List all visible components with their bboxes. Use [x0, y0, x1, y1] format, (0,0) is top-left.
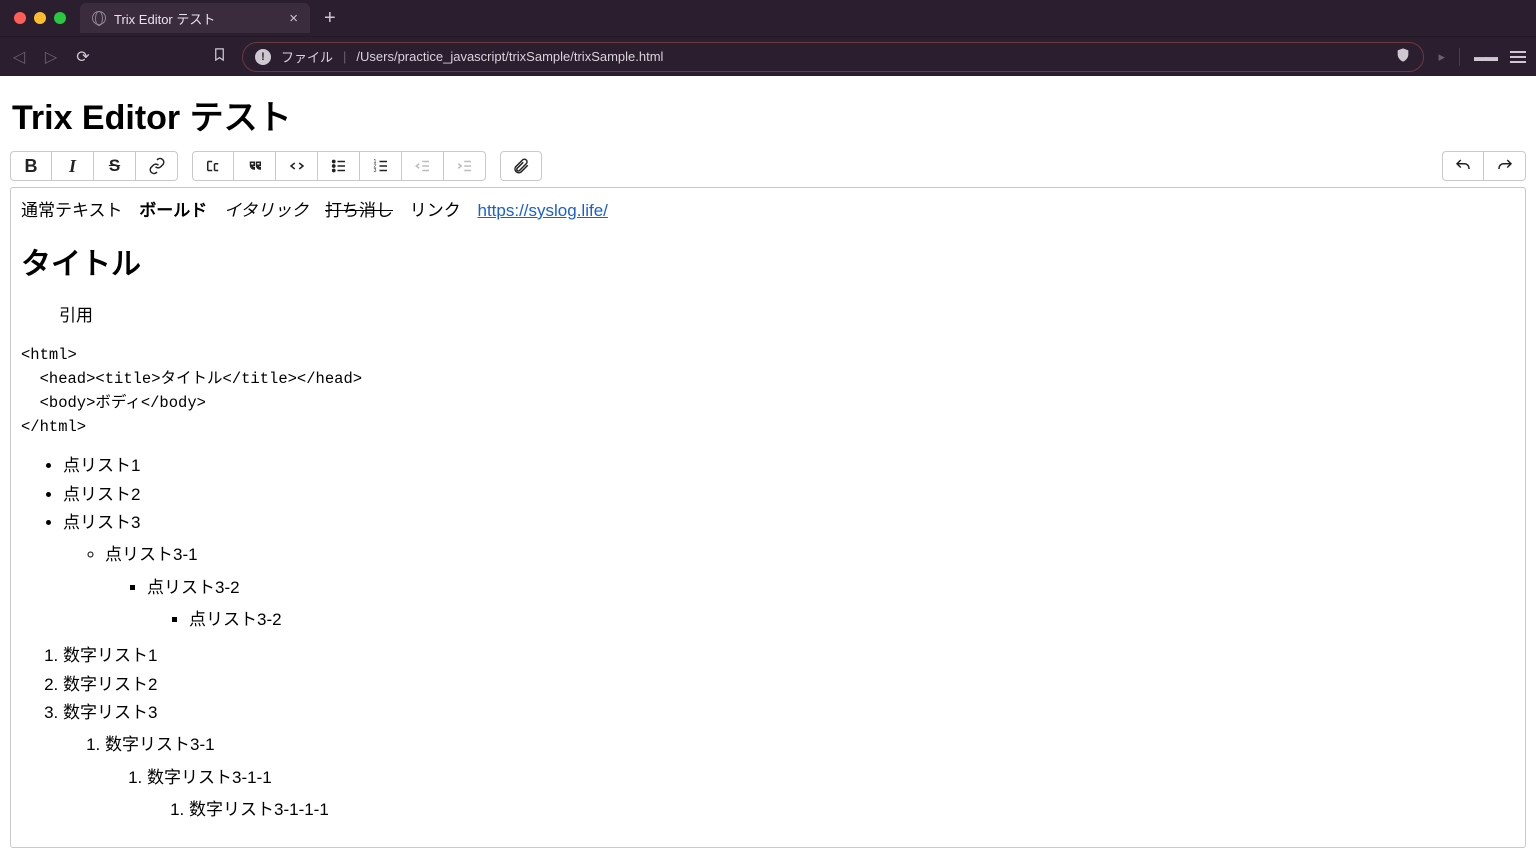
list-item: 点リスト3-2 [189, 607, 1515, 633]
list-item: 数字リスト1 [63, 643, 1515, 669]
bookmark-button[interactable] [210, 47, 228, 67]
sample-link[interactable]: https://syslog.life/ [478, 201, 608, 220]
text-strike: 打ち消し [325, 201, 393, 220]
list-item: 数字リスト3 数字リスト3-1 数字リスト3-1-1 数字リスト3-1-1-1 [63, 700, 1515, 823]
bullet-list: 点リスト1 点リスト2 点リスト3 点リスト3-1 点リスト3-2 点リスト3-… [21, 453, 1515, 633]
list-item: 数字リスト2 [63, 672, 1515, 698]
list-item: 点リスト2 [63, 482, 1515, 508]
history-group [1442, 151, 1526, 181]
reader-icon[interactable]: ▬▬ [1474, 49, 1496, 64]
browser-right-controls: ▸ ▬▬ [1438, 48, 1526, 66]
bold-button[interactable]: B [10, 151, 52, 181]
reload-button[interactable]: ⟳ [74, 47, 92, 67]
list-item: 点リスト3 点リスト3-1 点リスト3-2 点リスト3-2 [63, 510, 1515, 633]
text-style-group: B I S [10, 151, 178, 181]
brave-shields-icon[interactable] [1395, 47, 1411, 66]
strike-button[interactable]: S [94, 151, 136, 181]
extensions-icon[interactable]: ▸ [1438, 49, 1445, 65]
list-item: 点リスト1 [63, 453, 1515, 479]
code-icon [288, 157, 306, 175]
tab-close-button[interactable]: × [289, 10, 298, 27]
page-title: Trix Editor テスト [12, 90, 1526, 139]
link-button[interactable] [136, 151, 178, 181]
content-quote: 引用 [59, 303, 1515, 329]
number-list: 数字リスト1 数字リスト2 数字リスト3 数字リスト3-1 数字リスト3-1-1… [21, 643, 1515, 823]
inline-sample-row: 通常テキスト ボールド イタリック 打ち消し リンク https://syslo… [21, 198, 1515, 224]
attach-group [500, 151, 542, 181]
list-item: 数字リスト3-1 数字リスト3-1-1 数字リスト3-1-1-1 [105, 732, 1515, 823]
bullet-list-icon [330, 157, 348, 175]
tab-title: Trix Editor テスト [114, 9, 215, 28]
tab-strip: Trix Editor テスト × + [0, 0, 1536, 36]
window-controls [8, 12, 72, 24]
redo-icon [1496, 157, 1514, 175]
content-code: <html> <head><title>タイトル</title></head> … [21, 343, 1515, 439]
outdent-button[interactable] [402, 151, 444, 181]
new-tab-button[interactable]: + [318, 8, 342, 28]
heading-icon [204, 157, 222, 175]
address-bar[interactable]: ! ファイル | /Users/practice_javascript/trix… [242, 42, 1424, 72]
attach-button[interactable] [500, 151, 542, 181]
svg-text:3: 3 [373, 168, 376, 174]
address-separator: | [343, 49, 346, 64]
undo-icon [1454, 157, 1472, 175]
list-item: 点リスト3-2 点リスト3-2 [147, 575, 1515, 634]
site-info-icon[interactable]: ! [255, 49, 271, 65]
page-body: Trix Editor テスト B I S 123 [0, 76, 1536, 868]
outdent-icon [414, 157, 432, 175]
indent-icon [456, 157, 474, 175]
forward-button[interactable]: ▷ [42, 47, 60, 67]
window-close-button[interactable] [14, 12, 26, 24]
separator [1459, 48, 1460, 66]
address-path: /Users/practice_javascript/trixSample/tr… [356, 49, 663, 64]
block-style-group: 123 [192, 151, 486, 181]
number-list-icon: 123 [372, 157, 390, 175]
text-bold: ボールド [139, 201, 207, 220]
globe-icon [92, 11, 106, 25]
number-list-button[interactable]: 123 [360, 151, 402, 181]
link-icon [148, 157, 166, 175]
link-label: リンク [410, 201, 461, 220]
paperclip-icon [512, 157, 530, 175]
address-scheme-label: ファイル [281, 47, 333, 66]
italic-button[interactable]: I [52, 151, 94, 181]
list-item: 数字リスト3-1-1-1 [189, 797, 1515, 823]
text-italic: イタリック [224, 201, 308, 220]
indent-button[interactable] [444, 151, 486, 181]
trix-toolbar: B I S 123 [10, 149, 1526, 187]
code-button[interactable] [276, 151, 318, 181]
list-item: 点リスト3-1 点リスト3-2 点リスト3-2 [105, 542, 1515, 633]
browser-toolbar: ◁ ▷ ⟳ ! ファイル | /Users/practice_javascrip… [0, 36, 1536, 76]
browser-tab[interactable]: Trix Editor テスト × [80, 3, 310, 33]
quote-icon [246, 157, 264, 175]
menu-button[interactable] [1510, 51, 1526, 63]
redo-button[interactable] [1484, 151, 1526, 181]
undo-button[interactable] [1442, 151, 1484, 181]
window-maximize-button[interactable] [54, 12, 66, 24]
bullet-list-button[interactable] [318, 151, 360, 181]
text-normal: 通常テキスト [21, 201, 123, 220]
heading-button[interactable] [192, 151, 234, 181]
back-button[interactable]: ◁ [10, 47, 28, 67]
quote-button[interactable] [234, 151, 276, 181]
trix-editor[interactable]: 通常テキスト ボールド イタリック 打ち消し リンク https://syslo… [10, 187, 1526, 848]
browser-chrome: Trix Editor テスト × + ◁ ▷ ⟳ ! ファイル | /User… [0, 0, 1536, 76]
window-minimize-button[interactable] [34, 12, 46, 24]
content-heading: タイトル [21, 242, 1515, 289]
